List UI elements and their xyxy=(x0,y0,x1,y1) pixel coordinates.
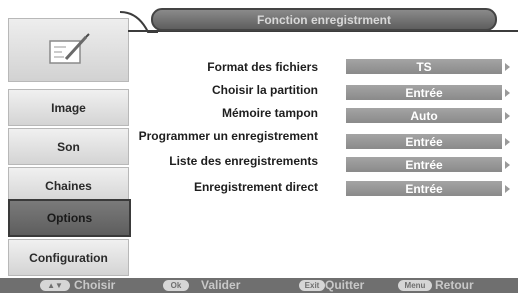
up-down-key-icon: ▲▼ xyxy=(40,280,70,291)
footer-label-choose: Choisir xyxy=(74,278,116,292)
arrow-right-icon xyxy=(505,138,510,146)
setting-value-partition[interactable]: Entrée xyxy=(346,85,502,100)
setting-label-buffer: Mémoire tampon xyxy=(221,106,318,120)
setting-label-schedule: Programmer un enregistrement xyxy=(138,129,318,143)
sidebar-item-options[interactable]: Options xyxy=(8,199,131,237)
setting-label-list: Liste des enregistrements xyxy=(169,154,318,168)
setting-value-text: TS xyxy=(416,59,432,74)
setting-label-format: Format des fichiers xyxy=(207,60,318,74)
menu-key-icon: Menu xyxy=(398,280,432,291)
setting-value-text: Entrée xyxy=(405,134,443,149)
page-title-text: Fonction enregistrment xyxy=(256,12,391,27)
footer-help-bar: ▲▼ Choisir Ok Valider Exit Quitter Menu … xyxy=(0,278,518,293)
arrow-right-icon xyxy=(505,112,510,120)
setting-value-schedule[interactable]: Entrée xyxy=(346,134,502,149)
setting-value-text: Entrée xyxy=(405,157,443,172)
sidebar-item-configuration[interactable]: Configuration xyxy=(8,239,129,276)
arrow-right-icon xyxy=(505,185,510,193)
page-title: Fonction enregistrment xyxy=(151,8,497,31)
setting-value-direct[interactable]: Entrée xyxy=(346,181,502,196)
setting-label-direct: Enregistrement direct xyxy=(193,180,318,194)
arrow-right-icon xyxy=(505,161,510,169)
footer-label-back: Retour xyxy=(435,278,474,292)
ok-key-icon: Ok xyxy=(163,280,189,291)
sidebar-item-label: Options xyxy=(46,211,93,225)
setting-label-partition: Choisir la partition xyxy=(211,83,318,97)
setting-value-buffer[interactable]: Auto xyxy=(346,108,502,123)
sidebar-item-label: Configuration xyxy=(29,250,108,265)
arrow-right-icon xyxy=(505,89,510,97)
setting-value-list[interactable]: Entrée xyxy=(346,157,502,172)
exit-key-icon: Exit xyxy=(299,280,325,291)
setting-value-text: Entrée xyxy=(405,85,443,100)
footer-label-quit: Quitter xyxy=(325,278,365,292)
sidebar-item-label: Son xyxy=(57,139,80,154)
setting-value-text: Auto xyxy=(410,108,438,123)
arrow-right-icon xyxy=(505,63,510,71)
setting-value-text: Entrée xyxy=(405,181,443,196)
footer-label-validate: Valider xyxy=(201,278,241,292)
setting-value-format[interactable]: TS xyxy=(346,59,502,74)
